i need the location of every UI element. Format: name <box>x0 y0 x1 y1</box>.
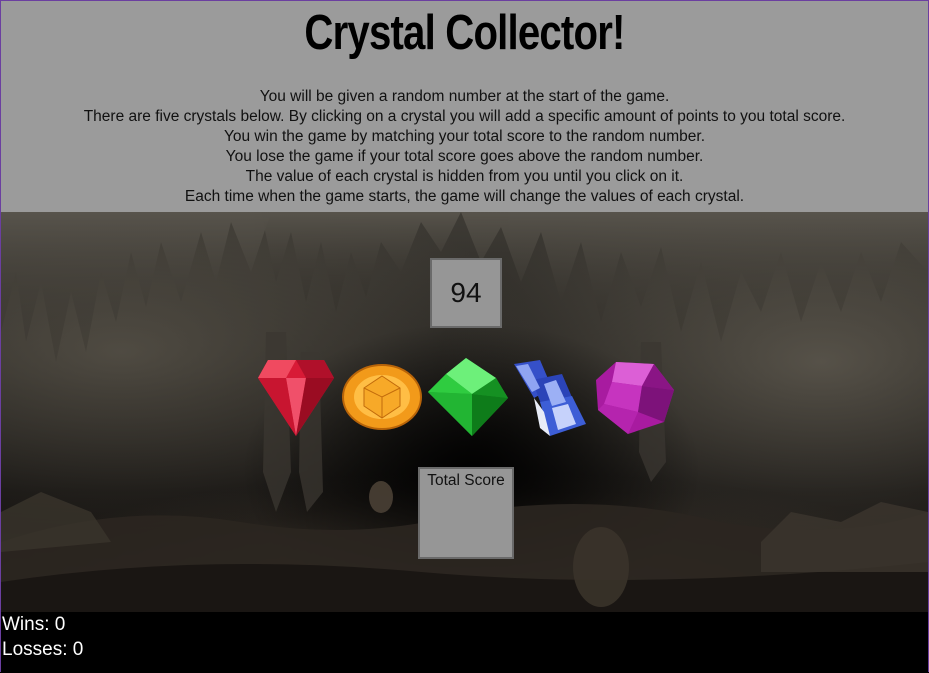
purple-crystal-icon[interactable] <box>594 360 676 436</box>
wins-counter: Wins: 0 <box>2 614 66 635</box>
blue-crystal-icon[interactable] <box>510 358 590 440</box>
game-header: Crystal Collector! You will be given a r… <box>1 1 928 212</box>
target-number-box: 94 <box>430 258 502 328</box>
orange-crystal-icon[interactable] <box>342 364 422 430</box>
rules-text: You will be given a random number at the… <box>1 87 928 207</box>
rule-line: Each time when the game starts, the game… <box>184 188 745 205</box>
rule-line: You will be given a random number at the… <box>259 88 670 105</box>
total-score-label: Total Score <box>427 472 505 489</box>
rule-line: You lose the game if your total score go… <box>225 148 704 165</box>
rule-line: The value of each crystal is hidden from… <box>245 168 684 185</box>
rule-line: There are five crystals below. By clicki… <box>83 108 846 125</box>
target-number: 94 <box>450 277 482 308</box>
page-title: Crystal Collector! <box>304 6 625 60</box>
stats-panel: Wins: 0 Losses: 0 <box>1 612 928 673</box>
losses-counter: Losses: 0 <box>2 639 84 660</box>
red-crystal-icon[interactable] <box>256 356 336 438</box>
rule-line: You win the game by matching your total … <box>223 128 706 145</box>
green-crystal-icon[interactable] <box>426 356 510 438</box>
total-score-box: Total Score <box>418 467 514 559</box>
